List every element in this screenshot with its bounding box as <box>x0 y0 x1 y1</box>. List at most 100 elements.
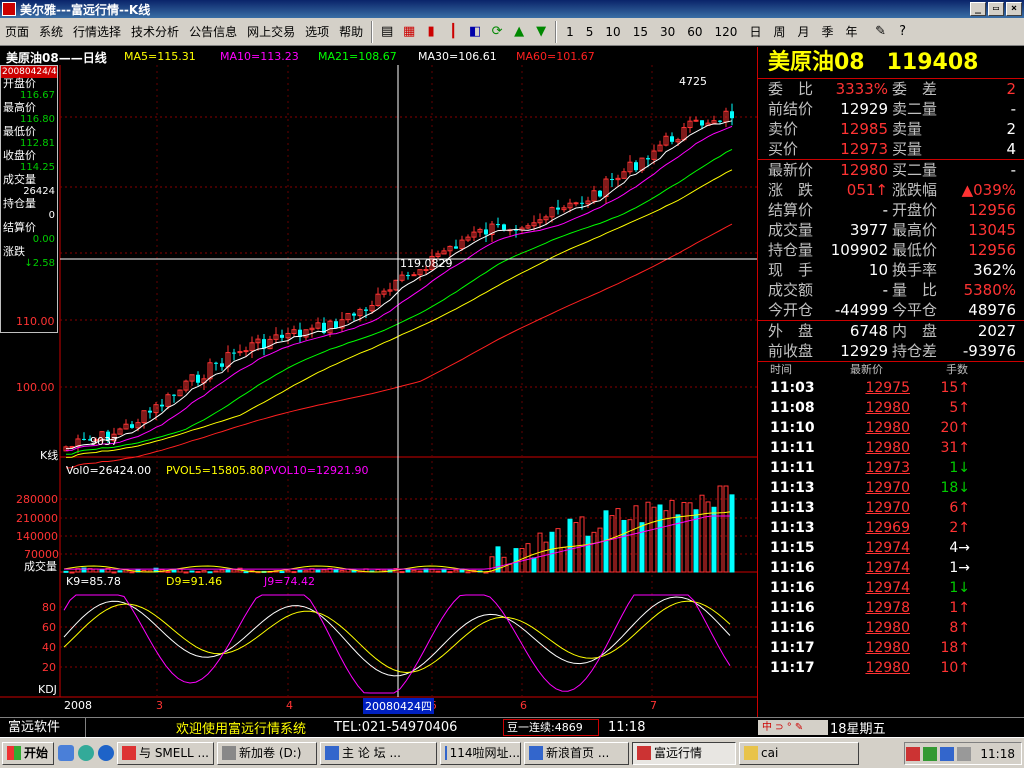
toolbar-separator <box>555 20 558 43</box>
tick-row: 11:13 12970 6↑ <box>758 498 1024 518</box>
tick-row: 11:08 12980 5↑ <box>758 398 1024 418</box>
candle-icon[interactable]: ┃ <box>444 23 462 41</box>
volume-bar <box>243 571 249 574</box>
period-15min[interactable]: 15 <box>627 25 654 39</box>
menu-system[interactable]: 系统 <box>34 18 68 46</box>
candle-body <box>718 120 722 122</box>
tick-time: 11:16 <box>770 600 815 616</box>
taskbar-task[interactable]: 主 论 坛 ... <box>320 741 437 765</box>
tray-clock: 11:18 <box>980 746 1015 761</box>
taskbar-task[interactable]: 富远行情 <box>632 741 736 765</box>
menu-market-select[interactable]: 行情选择 <box>68 18 126 46</box>
ie-icon[interactable] <box>98 745 114 761</box>
close-button[interactable]: × <box>1006 2 1022 16</box>
quote-row: 最新价 12980 买二量 - <box>758 160 1024 180</box>
period-year[interactable]: 年 <box>840 23 864 40</box>
menu-announcements[interactable]: 公告信息 <box>184 18 242 46</box>
arrow-down-icon[interactable]: ▼ <box>532 23 550 41</box>
quote-value2: 13045 <box>968 221 1016 239</box>
period-day[interactable]: 日 <box>743 23 767 40</box>
quote-key2: 委 差 <box>892 80 938 98</box>
volume-bar <box>279 571 285 574</box>
period-60min[interactable]: 60 <box>681 25 708 39</box>
arrow-up-icon[interactable]: ▲ <box>510 23 528 41</box>
candle-body <box>364 309 368 311</box>
tray-app-icon[interactable] <box>906 746 921 761</box>
media-player-icon[interactable] <box>78 745 94 761</box>
restore-button[interactable]: ▭ <box>988 2 1004 16</box>
menu-help[interactable]: 帮助 <box>334 18 368 46</box>
status-day: 18星期五 <box>830 722 886 737</box>
quote-panel: 美原油08 119408 委 比 3333% 委 差 2 前结价 12929 卖二量 - 卖价 1… <box>757 47 1024 717</box>
taskbar-task[interactable]: 114啦网址... <box>440 741 521 765</box>
bar-chart-icon[interactable]: ▮ <box>422 23 440 41</box>
quote-key: 现 手 <box>768 261 814 279</box>
minimize-button[interactable]: _ <box>970 2 986 16</box>
pen-icon[interactable]: ✎ <box>872 23 890 41</box>
start-button[interactable]: 开始 <box>2 741 54 765</box>
tick-row: 11:16 12980 8↑ <box>758 618 1024 638</box>
comment-icon[interactable]: ▤ <box>378 23 396 41</box>
period-month[interactable]: 月 <box>791 23 815 40</box>
volume-bar <box>699 494 705 573</box>
period-10min[interactable]: 10 <box>599 25 626 39</box>
tick-volume: 18↑ <box>940 640 970 656</box>
menu-online-trade[interactable]: 网上交易 <box>242 18 300 46</box>
tick-volume: 1↓ <box>949 460 970 476</box>
period-quarter[interactable]: 季 <box>815 23 839 40</box>
quote-key2: 卖二量 <box>892 100 938 118</box>
tray-network-icon[interactable] <box>923 746 938 761</box>
quote-key2: 今平仓 <box>892 301 938 319</box>
info-settle-label: 结算价 <box>3 221 36 234</box>
help-icon[interactable]: ? <box>894 23 912 41</box>
period-1min[interactable]: 1 <box>560 25 580 39</box>
grid-icon[interactable]: ▦ <box>400 23 418 41</box>
tick-time: 11:10 <box>770 420 815 436</box>
period-30min[interactable]: 30 <box>654 25 681 39</box>
volume-bar <box>321 569 327 573</box>
quote-value2: 48976 <box>968 301 1016 319</box>
period-5min[interactable]: 5 <box>580 25 600 39</box>
taskbar-task[interactable]: cai <box>739 741 859 765</box>
chart-canvas[interactable] <box>0 47 757 717</box>
menu-page[interactable]: 页面 <box>0 18 34 46</box>
status-bar: 富远软件 欢迎使用富远行情系统 TEL:021-54970406 豆一连续:48… <box>0 717 1024 738</box>
task-app-icon <box>222 746 236 760</box>
price-tick-100: 100.00 <box>16 381 55 394</box>
tray-security-icon[interactable] <box>957 746 972 761</box>
tray-volume-icon[interactable] <box>940 746 955 761</box>
pvol10-label: PVOL10=12921.90 <box>264 464 369 477</box>
taskbar-task[interactable]: 新浪首页 ... <box>524 741 629 765</box>
volume-bar <box>405 569 411 573</box>
info-open-label: 开盘价 <box>3 77 36 90</box>
kdj-tick-40: 40 <box>42 641 56 654</box>
tick-row: 11:11 12973 1↓ <box>758 458 1024 478</box>
volume-panel-label: 成交量 <box>24 560 57 573</box>
price-tick-110: 110.00 <box>16 315 55 328</box>
book-icon[interactable]: ◧ <box>466 23 484 41</box>
show-desktop-icon[interactable] <box>58 745 74 761</box>
quote-row: 前结价 12929 卖二量 - <box>758 99 1024 119</box>
menu-tech-analysis[interactable]: 技术分析 <box>126 18 184 46</box>
menu-options[interactable]: 选项 <box>300 18 334 46</box>
ime-toolbar[interactable]: 中 ⊃ ° ✎ <box>758 720 828 735</box>
period-week[interactable]: 周 <box>767 23 791 40</box>
menu-toolbar: 页面 系统 行情选择 技术分析 公告信息 网上交易 选项 帮助 ▤ ▦ ▮ ┃ … <box>0 18 1024 46</box>
ma10-label: MA10=113.23 <box>220 50 299 63</box>
volume-bar <box>165 570 171 573</box>
volume-bar <box>225 569 231 573</box>
period-120min[interactable]: 120 <box>709 25 744 39</box>
tick-price: 12980 <box>865 420 910 436</box>
kline-chart[interactable]: 美原油08——日线 MA5=115.31 MA10=113.23 MA21=10… <box>0 47 757 717</box>
taskbar-task[interactable]: 与 SMELL ... <box>117 741 214 765</box>
tick-price: 12970 <box>865 480 910 496</box>
kdj-tick-20: 20 <box>42 661 56 674</box>
tick-price: 12970 <box>865 500 910 516</box>
volume-bar <box>69 571 75 574</box>
refresh-icon[interactable]: ⟳ <box>488 23 506 41</box>
tick-row: 11:17 12980 10↑ <box>758 658 1024 678</box>
volume-bar <box>687 502 693 573</box>
info-low-label: 最低价 <box>3 125 36 138</box>
taskbar-task[interactable]: 新加卷 (D:) <box>217 741 317 765</box>
scroll-ticker: 豆一连续:4869 <box>503 719 599 736</box>
